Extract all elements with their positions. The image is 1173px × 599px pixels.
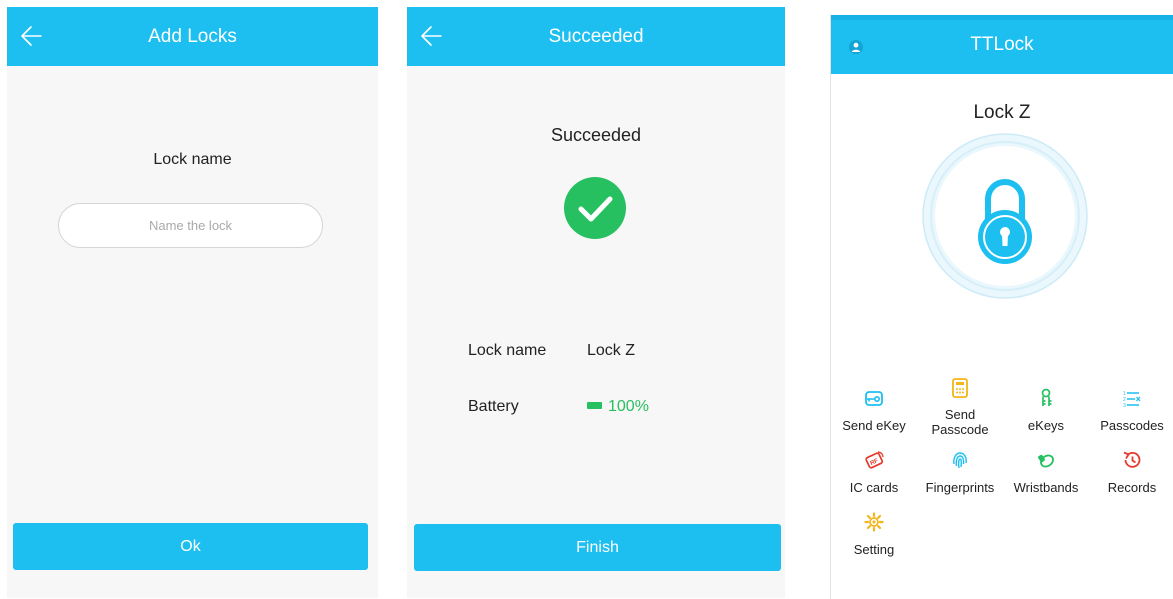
- menu-label: Wristbands: [1013, 480, 1079, 495]
- menu-label: Send eKey: [842, 418, 906, 433]
- passcodes-icon: 1 2 3: [1123, 391, 1141, 409]
- battery-icon: [587, 402, 602, 410]
- ic-cards-item[interactable]: RF IC cards: [831, 449, 917, 495]
- success-heading: Succeeded: [550, 125, 642, 145]
- add-locks-screen: Add Locks Lock name Ok: [7, 7, 378, 598]
- records-icon: [1123, 451, 1141, 468]
- menu-label: Records: [1107, 480, 1157, 495]
- battery-label: Battery: [468, 398, 519, 415]
- ttlock-home-screen: TTLock Lock Z Send eKey Send Passcode eK…: [830, 15, 1173, 599]
- lock-name-value: Lock Z: [587, 342, 636, 359]
- wristbands-item[interactable]: Wristbands: [1003, 449, 1089, 495]
- passcodes-item[interactable]: 1 2 3 Passcodes: [1089, 387, 1173, 433]
- send-ekey-item[interactable]: Send eKey: [831, 387, 917, 433]
- menu-label: Setting: [853, 542, 895, 557]
- setting-icon: [864, 512, 884, 532]
- ekeys-icon: [1041, 388, 1052, 406]
- lock-name-input[interactable]: [58, 203, 323, 248]
- ic-card-icon: RF: [865, 451, 884, 469]
- menu-label: IC cards: [849, 480, 899, 495]
- lock-name-label: Lock name: [468, 342, 547, 359]
- succeeded-screen: Succeeded Succeeded Lock name Lock Z Bat…: [407, 7, 785, 598]
- records-item[interactable]: Records: [1089, 449, 1173, 495]
- send-ekey-icon: [865, 391, 883, 406]
- setting-item[interactable]: Setting: [831, 511, 917, 557]
- fingerprint-icon: [953, 452, 967, 469]
- fingerprints-item[interactable]: Fingerprints: [917, 449, 1003, 495]
- menu-label: Send Passcode: [931, 407, 989, 437]
- menu-label: Fingerprints: [925, 480, 995, 495]
- send-passcode-icon: [952, 378, 968, 398]
- ekeys-item[interactable]: eKeys: [1003, 387, 1089, 433]
- ok-button[interactable]: Ok: [13, 523, 368, 570]
- finish-button[interactable]: Finish: [414, 524, 781, 571]
- unlock-button-icon[interactable]: [922, 133, 1088, 299]
- wristband-icon: [1038, 454, 1054, 468]
- menu-label: eKeys: [1027, 418, 1065, 433]
- app-bar: Succeeded: [407, 7, 785, 66]
- page-title: Succeeded: [548, 26, 644, 47]
- app-bar: Add Locks: [7, 7, 378, 66]
- lock-name-label: Lock name: [153, 151, 232, 168]
- menu-label: Passcodes: [1100, 418, 1164, 433]
- app-bar: TTLock: [831, 15, 1173, 74]
- battery-value-wrap: 100%: [587, 398, 649, 416]
- svg-text:3: 3: [1123, 403, 1126, 409]
- send-passcode-item[interactable]: Send Passcode: [917, 377, 1003, 437]
- page-title: Add Locks: [148, 26, 237, 47]
- battery-value: 100%: [608, 398, 649, 415]
- lock-name-title: Lock Z: [973, 102, 1031, 123]
- app-title: TTLock: [970, 34, 1034, 55]
- success-check-icon: [564, 177, 626, 239]
